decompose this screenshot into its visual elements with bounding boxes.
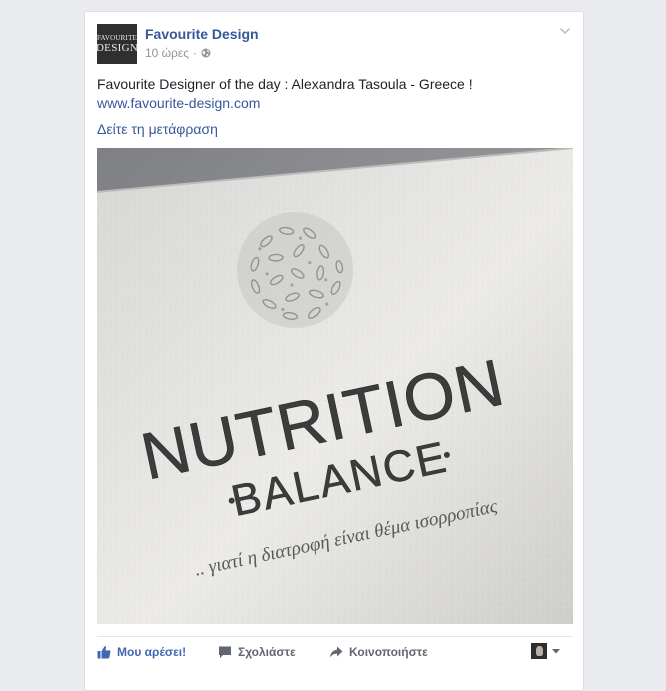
action-bar: Μου αρέσει! Σχολιάστε Κοινοποιήστε xyxy=(97,636,573,664)
thumbs-up-icon xyxy=(97,646,111,659)
post-text: Favourite Designer of the day : Alexandr… xyxy=(97,76,473,92)
share-label: Κοινοποιήστε xyxy=(349,645,428,659)
post-link[interactable]: www.favourite-design.com xyxy=(97,94,260,113)
comment-label: Σχολιάστε xyxy=(238,645,296,659)
meta-separator: · xyxy=(193,46,198,60)
viewer-selector[interactable] xyxy=(531,643,561,659)
page-avatar[interactable]: FAVOURITE DESIGN xyxy=(97,24,137,64)
avatar-text-line2: DESIGN xyxy=(97,42,137,54)
like-label: Μου αρέσει! xyxy=(117,645,187,659)
avatar-text-line1: FAVOURITE xyxy=(97,34,137,42)
globe-icon xyxy=(201,48,211,58)
caret-down-icon xyxy=(552,649,560,654)
viewer-avatar xyxy=(531,643,547,659)
chevron-down-icon[interactable] xyxy=(559,26,571,36)
page-name-link[interactable]: Favourite Design xyxy=(145,26,259,42)
see-translation-link[interactable]: Δείτε τη μετάφραση xyxy=(97,120,218,139)
post-meta: 10 ώρες · xyxy=(145,46,211,60)
like-button[interactable]: Μου αρέσει! xyxy=(97,645,186,659)
share-button[interactable]: Κοινοποιήστε xyxy=(329,645,428,659)
share-icon xyxy=(330,646,343,658)
post-timestamp[interactable]: 10 ώρες xyxy=(145,46,189,60)
post-photo[interactable]: NUTRITION BALANCE .. γιατί η διατροφή εί… xyxy=(97,148,573,624)
photo-artwork: NUTRITION BALANCE .. γιατί η διατροφή εί… xyxy=(97,148,573,624)
comment-button[interactable]: Σχολιάστε xyxy=(218,645,296,659)
post-card: FAVOURITE DESIGN Favourite Design 10 ώρε… xyxy=(84,11,584,691)
comment-icon xyxy=(219,646,231,658)
